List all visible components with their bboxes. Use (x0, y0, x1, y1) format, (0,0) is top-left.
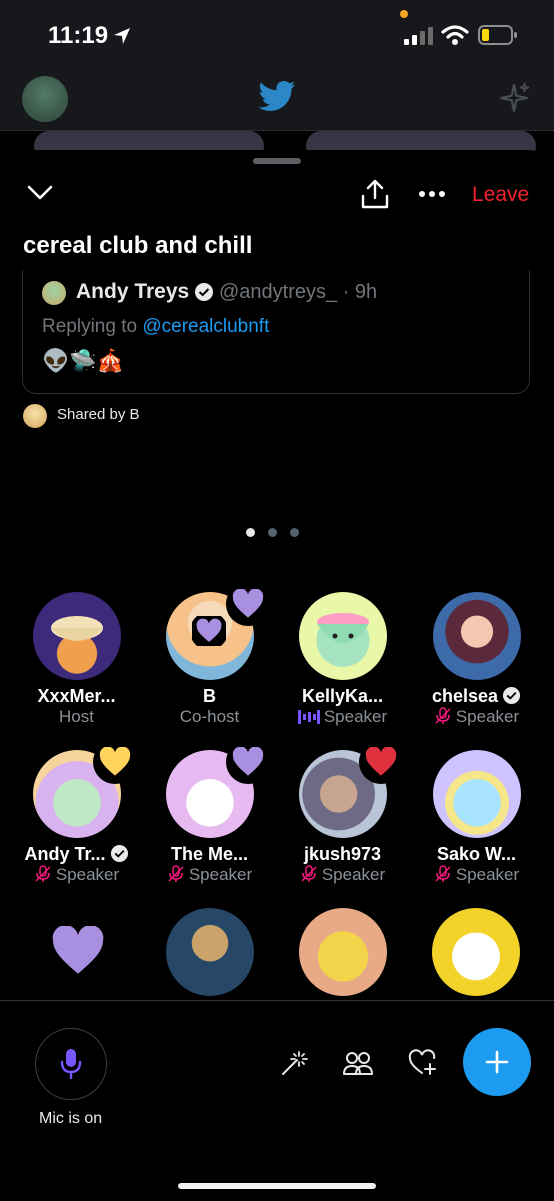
participant[interactable]: chelsea Speaker (410, 592, 543, 727)
plus-icon (485, 1050, 509, 1074)
leave-button[interactable]: Leave (472, 183, 529, 207)
participant[interactable]: B Co-host (143, 582, 276, 727)
participant-name: Sako W... (436, 844, 517, 864)
participant[interactable]: jkush973 Speaker (276, 740, 409, 885)
shared-by-label: Shared by B (57, 406, 140, 423)
mic-button[interactable] (35, 1028, 107, 1100)
drag-handle[interactable] (253, 158, 301, 164)
participant[interactable]: KellyKa... Speaker (276, 592, 409, 727)
status-bar: 11:19 (0, 0, 554, 70)
replying-to-link[interactable]: @cerealclubnft (142, 316, 269, 337)
purple-heart-icon (232, 747, 263, 776)
participant-role: Speaker (276, 707, 409, 727)
avatar (32, 592, 121, 680)
chevron-down-icon[interactable] (26, 184, 54, 202)
avatar (165, 740, 270, 838)
mic-muted-icon (168, 865, 184, 882)
profile-avatar (22, 76, 68, 122)
purple-heart-icon (191, 616, 226, 646)
participant-role: Speaker (143, 865, 276, 885)
tweet-emojis: 👽🛸🎪 (42, 348, 125, 373)
avatar (23, 404, 47, 428)
more-options-icon[interactable] (418, 190, 446, 198)
avatar (432, 592, 521, 680)
participant-name: The Me... (170, 844, 248, 864)
participant-role: Speaker (10, 865, 143, 885)
replying-to-text: Replying to @cerealclubnft (42, 316, 270, 337)
mic-status-label: Mic is on (39, 1110, 103, 1127)
pinned-tweet[interactable]: Andy Treys @andytreys_ · 9h Replying to … (22, 270, 530, 394)
participant-role: Speaker (276, 865, 409, 885)
avatar (32, 740, 137, 838)
reaction-badge (225, 740, 270, 784)
participant-name: KellyKa... (301, 686, 384, 706)
battery-low-icon (478, 25, 517, 45)
participant[interactable]: The Me... Speaker (143, 740, 276, 885)
participant-name: XxxMer... (37, 686, 116, 706)
page-dot[interactable] (268, 528, 277, 537)
add-button[interactable] (463, 1028, 531, 1096)
avatar[interactable] (299, 908, 387, 996)
yellow-heart-icon (99, 747, 130, 776)
sparkle-icon (500, 82, 530, 112)
reaction-badge (225, 582, 270, 626)
microphone-icon (60, 1049, 82, 1080)
participant[interactable]: Andy Tr... Speaker (10, 740, 143, 885)
mic-muted-icon (301, 865, 317, 882)
reaction-badge (358, 740, 403, 784)
home-indicator (178, 1183, 376, 1189)
participant-name: chelsea (410, 686, 543, 707)
speaking-indicator-icon (297, 710, 320, 724)
participant[interactable]: Sako W... Speaker (410, 750, 543, 885)
avatar (165, 582, 270, 680)
participant-name: Andy Tr... (10, 844, 143, 865)
purple-heart-icon (232, 589, 263, 618)
participant-role: Speaker (410, 865, 543, 885)
participant-name: B (203, 686, 216, 706)
magic-wand-icon[interactable] (280, 1049, 308, 1077)
react-heart-icon[interactable] (408, 1049, 438, 1077)
share-icon[interactable] (360, 178, 390, 210)
space-title: cereal club and chill (23, 232, 253, 259)
twitter-bird-icon (258, 81, 296, 111)
avatar[interactable] (166, 908, 254, 996)
avatar (42, 281, 66, 305)
reaction-badge (92, 740, 137, 784)
space-controls-bar: Mic is on (0, 1000, 554, 1201)
mic-muted-icon (35, 865, 51, 882)
participant-role: Speaker (410, 707, 543, 727)
verified-badge-icon (195, 283, 213, 301)
page-indicator (246, 524, 312, 542)
avatar (298, 592, 387, 680)
participant-role: Host (59, 707, 94, 726)
participant[interactable]: XxxMer... Host (10, 592, 143, 727)
status-time: 11:19 (48, 22, 109, 49)
verified-badge-icon (110, 844, 128, 863)
mic-muted-icon (435, 865, 451, 882)
location-arrow-icon (114, 28, 130, 44)
verified-badge-icon (502, 686, 521, 705)
timeline-header-background (0, 70, 554, 131)
mic-muted-icon (435, 707, 451, 724)
page-dot[interactable] (246, 528, 255, 537)
red-heart-icon (365, 747, 396, 776)
avatar (432, 750, 521, 838)
wifi-icon (441, 25, 469, 45)
purple-heart-icon (52, 926, 104, 974)
people-icon[interactable] (343, 1049, 373, 1077)
tweet-author-name: Andy Treys (76, 280, 190, 303)
participant-role: Co-host (179, 707, 240, 726)
tweet-handle-time: @andytreys_ · 9h (219, 281, 378, 303)
cellular-signal-icon (404, 27, 433, 45)
participant-name: jkush973 (303, 844, 382, 864)
page-dot[interactable] (290, 528, 299, 537)
avatar[interactable] (432, 908, 520, 996)
avatar (298, 740, 403, 838)
privacy-indicator-dot (400, 10, 408, 18)
